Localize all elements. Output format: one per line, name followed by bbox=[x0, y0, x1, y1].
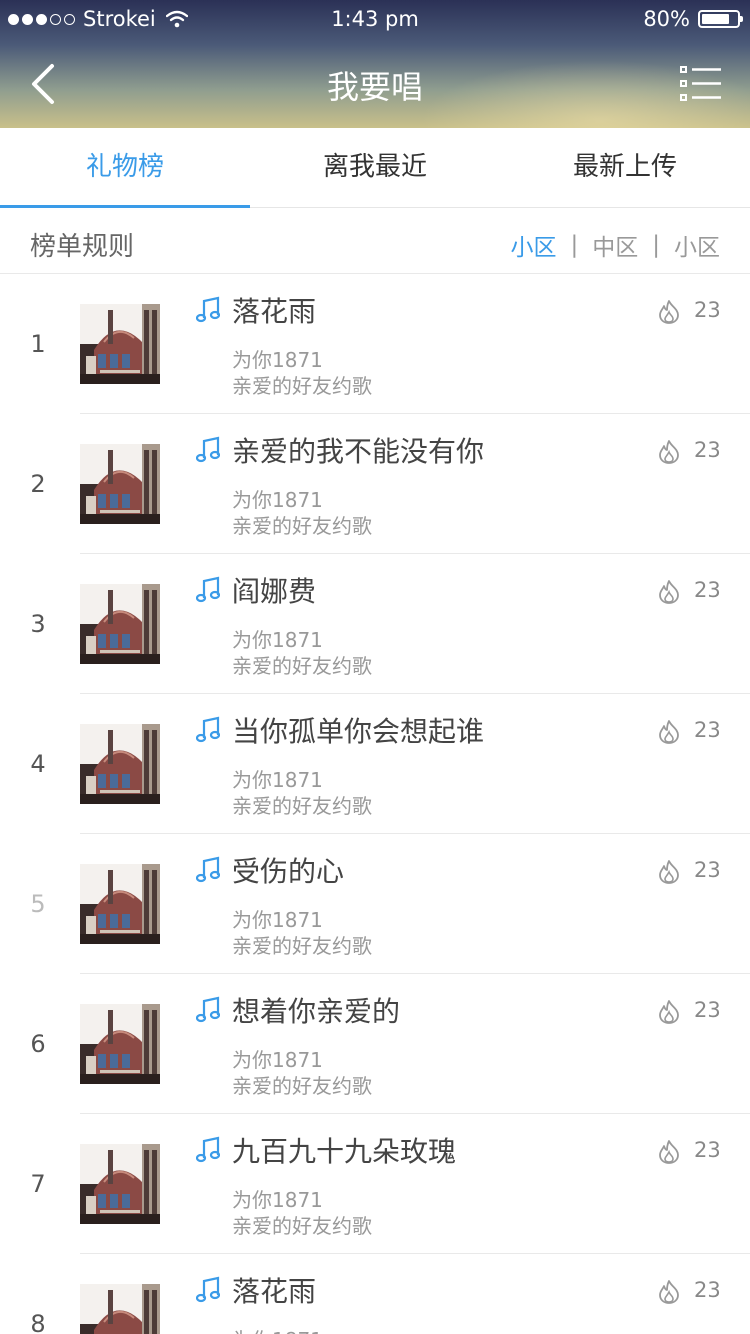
list-menu-icon[interactable] bbox=[680, 64, 722, 104]
gift-count: 23 bbox=[694, 298, 721, 322]
gift-count: 23 bbox=[694, 718, 721, 742]
music-note-icon bbox=[196, 1136, 220, 1163]
song-row[interactable]: 1 落花雨 为你1871 亲爱的好友约歌 23 bbox=[0, 274, 750, 414]
song-title: 落花雨 bbox=[232, 295, 317, 328]
song-title: 阎娜费 bbox=[232, 575, 317, 608]
song-row[interactable]: 2 亲爱的我不能没有你 为你1871 亲爱的好友约歌 23 bbox=[0, 414, 750, 554]
region-option-medium[interactable]: 中区 bbox=[592, 228, 638, 262]
rank-number: 6 bbox=[30, 1030, 46, 1058]
song-title: 当你孤单你会想起谁 bbox=[232, 715, 485, 748]
tab-bar: 礼物榜 离我最近 最新上传 bbox=[0, 128, 750, 208]
status-bar: Strokei 1:43 pm 80% bbox=[0, 0, 750, 40]
singer-name: 为你1871 bbox=[232, 1048, 323, 1072]
region-option-small[interactable]: 小区 bbox=[511, 228, 557, 262]
singer-name: 为你1871 bbox=[232, 348, 323, 372]
music-note-icon bbox=[196, 1276, 220, 1303]
tab-latest-upload[interactable]: 最新上传 bbox=[500, 128, 750, 207]
music-note-icon bbox=[196, 436, 220, 463]
region-option-small-2[interactable]: 小区 bbox=[674, 228, 720, 262]
rules-title[interactable]: 榜单规则 bbox=[30, 226, 134, 263]
song-title: 落花雨 bbox=[232, 1275, 317, 1308]
singer-name: 为你1871 bbox=[232, 908, 323, 932]
song-thumbnail bbox=[80, 1004, 160, 1084]
song-title: 受伤的心 bbox=[232, 855, 345, 888]
flame-icon bbox=[659, 1280, 679, 1304]
song-title: 九百九十九朵玫瑰 bbox=[232, 1135, 457, 1168]
tab-gift-ranking[interactable]: 礼物榜 bbox=[0, 128, 250, 208]
gift-count: 23 bbox=[694, 1138, 721, 1162]
gift-count: 23 bbox=[694, 438, 721, 462]
rank-number: 8 bbox=[30, 1310, 46, 1334]
song-row[interactable]: 5 受伤的心 为你1871 亲爱的好友约歌 23 bbox=[0, 834, 750, 974]
gift-count: 23 bbox=[694, 578, 721, 602]
song-title: 亲爱的我不能没有你 bbox=[232, 435, 485, 468]
region-separator: | bbox=[652, 232, 660, 258]
rank-number: 5 bbox=[30, 890, 46, 918]
flame-icon bbox=[659, 300, 679, 324]
song-title: 想着你亲爱的 bbox=[232, 995, 401, 1028]
rules-bar: 榜单规则 小区 | 中区 | 小区 bbox=[0, 208, 750, 274]
song-description: 亲爱的好友约歌 bbox=[232, 934, 372, 958]
song-thumbnail bbox=[80, 584, 160, 664]
song-thumbnail bbox=[80, 1144, 160, 1224]
rank-number: 4 bbox=[30, 750, 46, 778]
battery-percent: 80% bbox=[643, 7, 690, 31]
singer-name: 为你1871 bbox=[232, 1324, 323, 1334]
rank-number: 7 bbox=[30, 1170, 46, 1198]
song-row[interactable]: 7 九百九十九朵玫瑰 为你1871 亲爱的好友约歌 23 bbox=[0, 1114, 750, 1254]
song-row[interactable]: 4 当你孤单你会想起谁 为你1871 亲爱的好友约歌 23 bbox=[0, 694, 750, 834]
region-selector: 小区 | 中区 | 小区 bbox=[511, 228, 721, 262]
tab-nearby[interactable]: 离我最近 bbox=[250, 128, 500, 207]
music-note-icon bbox=[196, 856, 220, 883]
song-description: 亲爱的好友约歌 bbox=[232, 654, 372, 678]
song-description: 亲爱的好友约歌 bbox=[232, 1214, 372, 1238]
song-description: 亲爱的好友约歌 bbox=[232, 514, 372, 538]
flame-icon bbox=[659, 1140, 679, 1164]
gift-count: 23 bbox=[694, 858, 721, 882]
flame-icon bbox=[659, 860, 679, 884]
singer-name: 为你1871 bbox=[232, 1188, 323, 1212]
gift-count: 23 bbox=[694, 1278, 721, 1302]
song-description: 亲爱的好友约歌 bbox=[232, 374, 372, 398]
header: Strokei 1:43 pm 80% 我要唱 bbox=[0, 0, 750, 128]
gift-count: 23 bbox=[694, 998, 721, 1022]
song-thumbnail bbox=[80, 724, 160, 804]
song-thumbnail bbox=[80, 444, 160, 524]
flame-icon bbox=[659, 1000, 679, 1024]
music-note-icon bbox=[196, 996, 220, 1023]
song-description: 亲爱的好友约歌 bbox=[232, 1074, 372, 1098]
status-right: 80% bbox=[643, 7, 743, 31]
song-thumbnail bbox=[80, 864, 160, 944]
music-note-icon bbox=[196, 716, 220, 743]
rank-number: 1 bbox=[30, 330, 46, 358]
song-list: 1 落花雨 为你1871 亲爱的好友约歌 23 2 亲爱的我不能没有你 为你18… bbox=[0, 274, 750, 1334]
song-thumbnail bbox=[80, 304, 160, 384]
singer-name: 为你1871 bbox=[232, 488, 323, 512]
song-thumbnail bbox=[80, 1284, 160, 1334]
rank-number: 3 bbox=[30, 610, 46, 638]
song-row[interactable]: 8 落花雨 为你187 bbox=[0, 1254, 750, 1334]
singer-name: 为你1871 bbox=[232, 628, 323, 652]
page-title: 我要唱 bbox=[326, 68, 423, 106]
song-description: 亲爱的好友约歌 bbox=[232, 794, 372, 818]
battery-icon bbox=[698, 10, 743, 28]
music-note-icon bbox=[196, 576, 220, 603]
flame-icon bbox=[659, 440, 679, 464]
region-separator: | bbox=[570, 232, 579, 258]
flame-icon bbox=[659, 580, 679, 604]
flame-icon bbox=[659, 720, 679, 744]
singer-name: 为你1871 bbox=[232, 768, 323, 792]
rank-number: 2 bbox=[30, 470, 46, 498]
music-note-icon bbox=[196, 296, 220, 323]
song-row[interactable]: 3 阎娜费 为你1871 亲爱的好友约歌 23 bbox=[0, 554, 750, 694]
song-row[interactable]: 6 想着你亲爱的 为你1871 亲爱的好友约歌 23 bbox=[0, 974, 750, 1114]
status-time: 1:43 pm bbox=[331, 7, 419, 31]
